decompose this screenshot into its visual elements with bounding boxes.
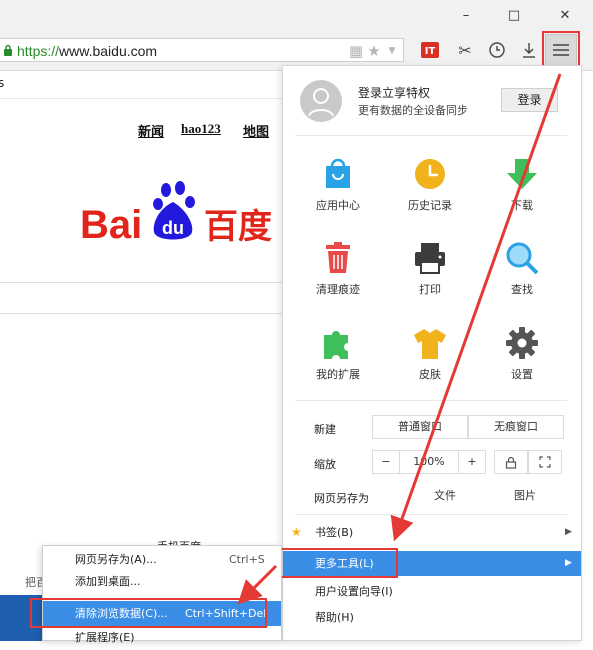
lock-icon (4, 44, 12, 56)
baidu-logo: Bai du 百度 (80, 181, 272, 246)
grid-item-settings[interactable]: 设置 (482, 320, 562, 384)
grid-item-history[interactable]: 历史记录 (390, 150, 470, 214)
grid-item-app-center[interactable]: 应用中心 (298, 150, 378, 214)
chevron-right-icon: ▶ (565, 558, 572, 568)
annotation-box-clear-data (30, 598, 267, 628)
grid-label: 设置 (511, 368, 533, 381)
help-menu-item[interactable]: 帮助(H) (283, 605, 581, 630)
address-bar[interactable]: https://www.baidu.com ▦ ★ ▼ (0, 38, 404, 62)
nav-link-hao123[interactable]: hao123 (181, 121, 221, 137)
incognito-window-button[interactable]: 无痕窗口 (468, 415, 564, 439)
scissors-icon[interactable]: ✂ (452, 38, 478, 62)
gear-icon (506, 327, 538, 359)
menu-item-label: 帮助(H) (315, 611, 354, 624)
new-window-label: 新建 (314, 423, 336, 436)
download-icon[interactable] (516, 38, 542, 62)
annotation-box-more-tools (280, 548, 398, 578)
nav-link-map[interactable]: 地图 (243, 121, 269, 140)
page-edge-text: s (0, 76, 5, 90)
shirt-icon (414, 329, 446, 359)
grid-item-extensions[interactable]: 我的扩展 (298, 320, 378, 384)
url-scheme: https:// (17, 43, 60, 59)
grid-label: 历史记录 (408, 199, 452, 212)
fullscreen-button[interactable] (528, 450, 562, 474)
url-host: www.baidu.com (59, 43, 158, 59)
grid-label: 应用中心 (316, 199, 360, 212)
save-file-button[interactable]: 文件 (400, 485, 490, 509)
normal-window-button[interactable]: 普通窗口 (372, 415, 468, 439)
grid-item-download[interactable]: 下载 (482, 150, 562, 214)
grid-label: 查找 (511, 283, 533, 296)
zoom-label: 缩放 (314, 458, 336, 471)
submenu-item-add-to-desktop[interactable]: 添加到桌面... (43, 569, 281, 594)
nav-link-news[interactable]: 新闻 (138, 121, 164, 140)
submenu-item-extensions[interactable]: 扩展程序(E) (43, 625, 281, 650)
zoom-out-button[interactable]: − (372, 450, 400, 474)
chevron-down-icon[interactable]: ▼ (383, 42, 401, 60)
zoom-in-button[interactable]: + (458, 450, 486, 474)
user-icon (308, 88, 334, 117)
star-icon: ★ (291, 525, 302, 539)
submenu-item-label: 添加到桌面... (75, 575, 141, 588)
grid-item-clear-traces[interactable]: 清理痕迹 (298, 235, 378, 299)
grid-label: 下载 (511, 199, 533, 212)
svg-text:百度: 百度 (204, 207, 272, 246)
history-icon (415, 159, 445, 189)
avatar[interactable] (300, 80, 342, 122)
grid-label: 清理痕迹 (316, 283, 360, 296)
bookmarks-menu-item[interactable]: ★ 书签(B) ▶ (283, 520, 581, 545)
login-promo-subtitle: 更有数据的全设备同步 (358, 104, 468, 117)
grid-item-skin[interactable]: 皮肤 (390, 320, 470, 384)
divider (295, 400, 567, 401)
menu-item-label: 用户设置向导(I) (315, 585, 393, 598)
minimize-button[interactable]: – (443, 0, 489, 30)
download-icon (507, 159, 537, 189)
submenu-item-label: 扩展程序(E) (75, 631, 135, 644)
search-box-area (0, 282, 285, 314)
svg-text:du: du (162, 218, 184, 238)
close-button[interactable]: ✕ (542, 0, 588, 30)
lock-zoom-button[interactable] (494, 450, 528, 474)
grid-label: 我的扩展 (316, 368, 360, 381)
menu-item-label: 书签(B) (315, 526, 354, 539)
save-image-button[interactable]: 图片 (480, 485, 570, 509)
svg-text:Bai: Bai (80, 203, 142, 246)
puzzle-icon (324, 331, 348, 359)
login-button[interactable]: 登录 (501, 88, 558, 112)
setup-wizard-menu-item[interactable]: 用户设置向导(I) (283, 579, 581, 604)
lock-icon (505, 456, 517, 469)
maximize-button[interactable]: □ (491, 0, 537, 30)
grid-item-print[interactable]: 打印 (390, 235, 470, 299)
history-clock-icon[interactable] (484, 38, 510, 62)
search-icon (506, 242, 539, 275)
it-plugin-icon[interactable]: IT (417, 38, 443, 62)
trash-icon (326, 242, 350, 273)
grid-label: 皮肤 (419, 368, 441, 381)
divider (295, 135, 567, 136)
page-tab-strip: s (0, 72, 285, 99)
grid-item-find[interactable]: 查找 (482, 235, 562, 299)
divider (295, 514, 567, 515)
zoom-value: 100% (400, 450, 458, 474)
qr-code-icon[interactable]: ▦ (347, 42, 365, 60)
star-icon[interactable]: ★ (365, 42, 383, 60)
svg-text:IT: IT (425, 46, 436, 57)
grid-label: 打印 (419, 283, 441, 296)
fullscreen-icon (539, 456, 551, 468)
address-url[interactable]: https://www.baidu.com (17, 43, 157, 59)
chevron-right-icon: ▶ (565, 527, 572, 537)
save-page-label: 网页另存为 (314, 492, 369, 505)
app-center-icon (326, 158, 350, 188)
printer-icon (415, 243, 445, 274)
login-promo-title: 登录立享特权 (358, 86, 431, 100)
annotation-box-menu (542, 31, 580, 69)
